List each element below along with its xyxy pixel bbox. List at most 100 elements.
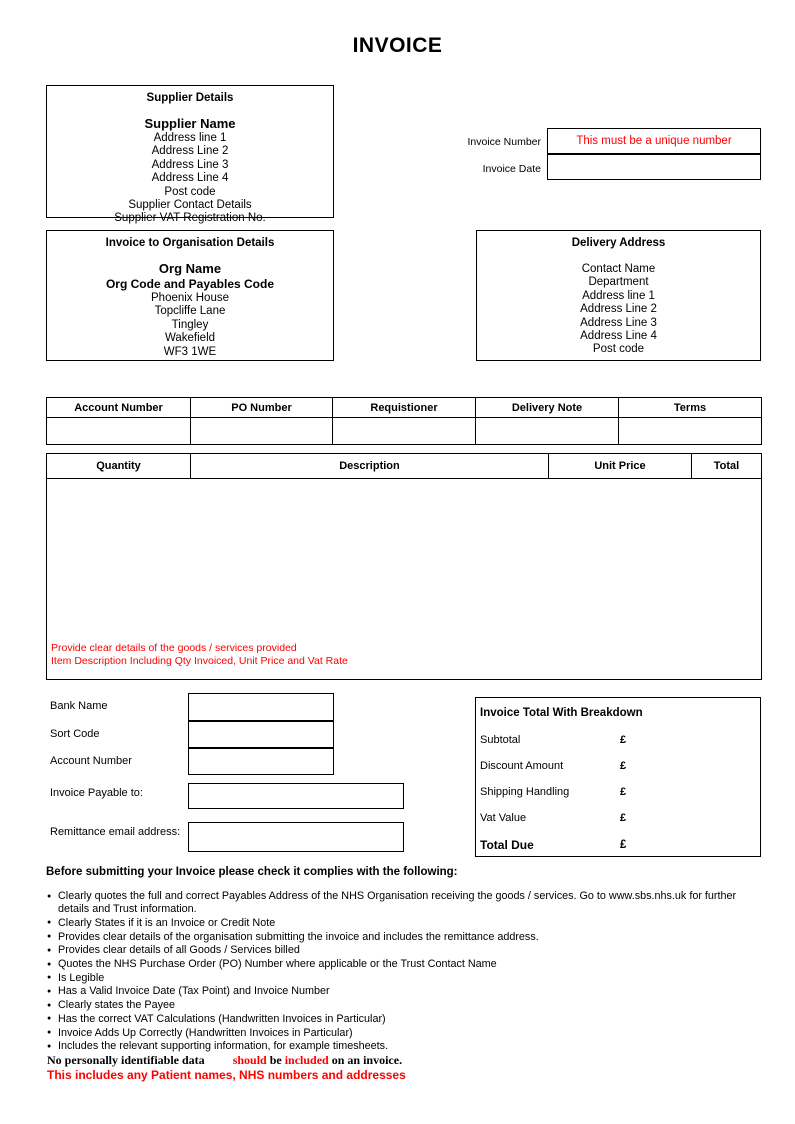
list-item: Provides clear details of all Goods / Se…	[47, 944, 759, 958]
items-instruction-note: Provide clear details of the goods / ser…	[51, 642, 348, 667]
list-item: Has the correct VAT Calculations (Handwr…	[47, 1012, 759, 1026]
delivery-postcode: Post code	[592, 343, 645, 356]
delivery-address-line: Address Line 4	[580, 330, 657, 343]
delivery-department: Department	[588, 276, 649, 289]
delivery-contact-name: Contact Name	[581, 263, 656, 275]
reference-table: Account Number PO Number Requistioner De…	[46, 397, 762, 445]
column-header-requistioner: Requistioner	[332, 397, 476, 418]
organisation-address-line: Wakefield	[164, 332, 216, 345]
organisation-address-line: Phoenix House	[151, 292, 229, 304]
sort-code-field[interactable]	[188, 721, 334, 748]
warning-text-part2: be	[269, 1053, 282, 1067]
invoice-date-label: Invoice Date	[482, 163, 541, 175]
cell-account-number[interactable]	[46, 417, 191, 445]
supplier-address-line: Address Line 4	[151, 172, 229, 185]
sort-code-label: Sort Code	[50, 728, 100, 740]
page-title: INVOICE	[352, 34, 443, 57]
no-personal-data-warning: No personally identifiable data should b…	[47, 1053, 402, 1068]
delivery-address-box: Delivery Address Contact Name Department…	[476, 230, 761, 361]
account-number-label: Account Number	[50, 755, 132, 767]
shipping-handling-label: Shipping Handling	[480, 786, 570, 798]
invoice-date-field[interactable]	[547, 154, 761, 180]
cell-terms[interactable]	[618, 417, 762, 445]
list-item: Clearly States if it is an Invoice or Cr…	[47, 916, 759, 930]
shipping-handling-currency: £	[620, 786, 627, 798]
items-entry-area[interactable]: Provide clear details of the goods / ser…	[46, 478, 762, 680]
table-header-row: Account Number PO Number Requistioner De…	[46, 397, 762, 418]
organisation-postcode: WF3 1WE	[163, 345, 217, 358]
invoice-number-label: Invoice Number	[467, 136, 541, 148]
subtotal-currency: £	[620, 734, 627, 746]
column-header-delivery-note: Delivery Note	[475, 397, 619, 418]
warning-text-should: should	[232, 1053, 267, 1067]
organisation-heading: Invoice to Organisation Details	[105, 237, 275, 249]
vat-value-label: Vat Value	[480, 812, 527, 824]
table-row	[46, 417, 762, 445]
discount-amount-currency: £	[620, 760, 627, 772]
warning-text-included: included	[284, 1053, 329, 1067]
list-item: Clearly quotes the full and correct Paya…	[47, 889, 759, 916]
column-header-account-number: Account Number	[46, 397, 191, 418]
organisation-code: Org Code and Payables Code	[105, 277, 275, 291]
invoice-number-field[interactable]: This must be a unique number	[547, 128, 761, 154]
organisation-details-box: Invoice to Organisation Details Org Name…	[46, 230, 334, 361]
supplier-details-heading: Supplier Details	[146, 92, 234, 104]
list-item: Quotes the NHS Purchase Order (PO) Numbe…	[47, 958, 759, 972]
patient-data-warning: This includes any Patient names, NHS num…	[47, 1068, 406, 1082]
list-item: Invoice Adds Up Correctly (Handwritten I…	[47, 1026, 759, 1040]
column-header-terms: Terms	[618, 397, 762, 418]
supplier-address-line: Address Line 2	[151, 145, 229, 158]
organisation-address-line: Tingley	[171, 318, 209, 331]
column-header-description: Description	[190, 453, 549, 479]
items-note-line: Provide clear details of the goods / ser…	[51, 642, 297, 654]
invoice-number-value: This must be a unique number	[576, 135, 732, 147]
invoice-page: INVOICE Supplier Details Supplier Name A…	[0, 0, 795, 1124]
items-table: Quantity Description Unit Price Total Pr…	[46, 453, 762, 680]
supplier-postcode: Post code	[164, 185, 216, 198]
list-item: Provides clear details of the organisati…	[47, 930, 759, 944]
supplier-address-line: Address line 1	[153, 132, 227, 144]
invoice-total-breakdown-box: Invoice Total With Breakdown Subtotal £ …	[475, 697, 761, 857]
account-number-field[interactable]	[188, 748, 334, 775]
cell-po-number[interactable]	[190, 417, 333, 445]
invoice-total-heading: Invoice Total With Breakdown	[480, 707, 643, 719]
warning-text-part1: No personally identifiable data	[47, 1053, 205, 1067]
delivery-address-line: Address Line 3	[580, 316, 657, 329]
cell-delivery-note[interactable]	[475, 417, 619, 445]
checklist-list: Clearly quotes the full and correct Paya…	[47, 889, 759, 1054]
delivery-address-heading: Delivery Address	[571, 237, 666, 249]
invoice-payable-to-field[interactable]	[188, 783, 404, 809]
cell-requistioner[interactable]	[332, 417, 476, 445]
remittance-email-field[interactable]	[188, 822, 404, 852]
invoice-payable-to-label: Invoice Payable to:	[50, 787, 143, 799]
list-item: Is Legible	[47, 971, 759, 985]
column-header-quantity: Quantity	[46, 453, 191, 479]
items-body-row: Provide clear details of the goods / ser…	[46, 478, 762, 680]
warning-text-part3: on an invoice.	[331, 1053, 403, 1067]
delivery-address-line: Address line 1	[582, 289, 655, 302]
bank-name-field[interactable]	[188, 693, 334, 721]
supplier-details-box: Supplier Details Supplier Name Address l…	[46, 85, 334, 224]
supplier-contact-details: Supplier Contact Details	[128, 199, 252, 212]
subtotal-label: Subtotal	[480, 734, 521, 746]
supplier-address-line: Address Line 3	[151, 158, 229, 171]
column-header-unit-price: Unit Price	[548, 453, 692, 479]
supplier-vat-registration: Supplier VAT Registration No.	[114, 212, 266, 225]
items-header-row: Quantity Description Unit Price Total	[46, 453, 762, 479]
organisation-name: Org Name	[158, 261, 222, 276]
vat-value-currency: £	[620, 812, 627, 824]
discount-amount-label: Discount Amount	[480, 760, 564, 772]
list-item: Clearly states the Payee	[47, 999, 759, 1013]
bank-name-label: Bank Name	[50, 700, 108, 712]
list-item: Includes the relevant supporting informa…	[47, 1040, 759, 1054]
supplier-name: Supplier Name	[144, 116, 236, 131]
total-due-label: Total Due	[480, 838, 534, 852]
remittance-email-label: Remittance email address:	[50, 826, 181, 838]
column-header-po-number: PO Number	[190, 397, 333, 418]
total-due-currency: £	[620, 839, 627, 851]
checklist-heading: Before submitting your Invoice please ch…	[46, 866, 458, 878]
organisation-address-line: Topcliffe Lane	[154, 305, 226, 318]
column-header-total: Total	[691, 453, 762, 479]
list-item: Has a Valid Invoice Date (Tax Point) and…	[47, 985, 759, 999]
delivery-address-line: Address Line 2	[580, 303, 657, 316]
